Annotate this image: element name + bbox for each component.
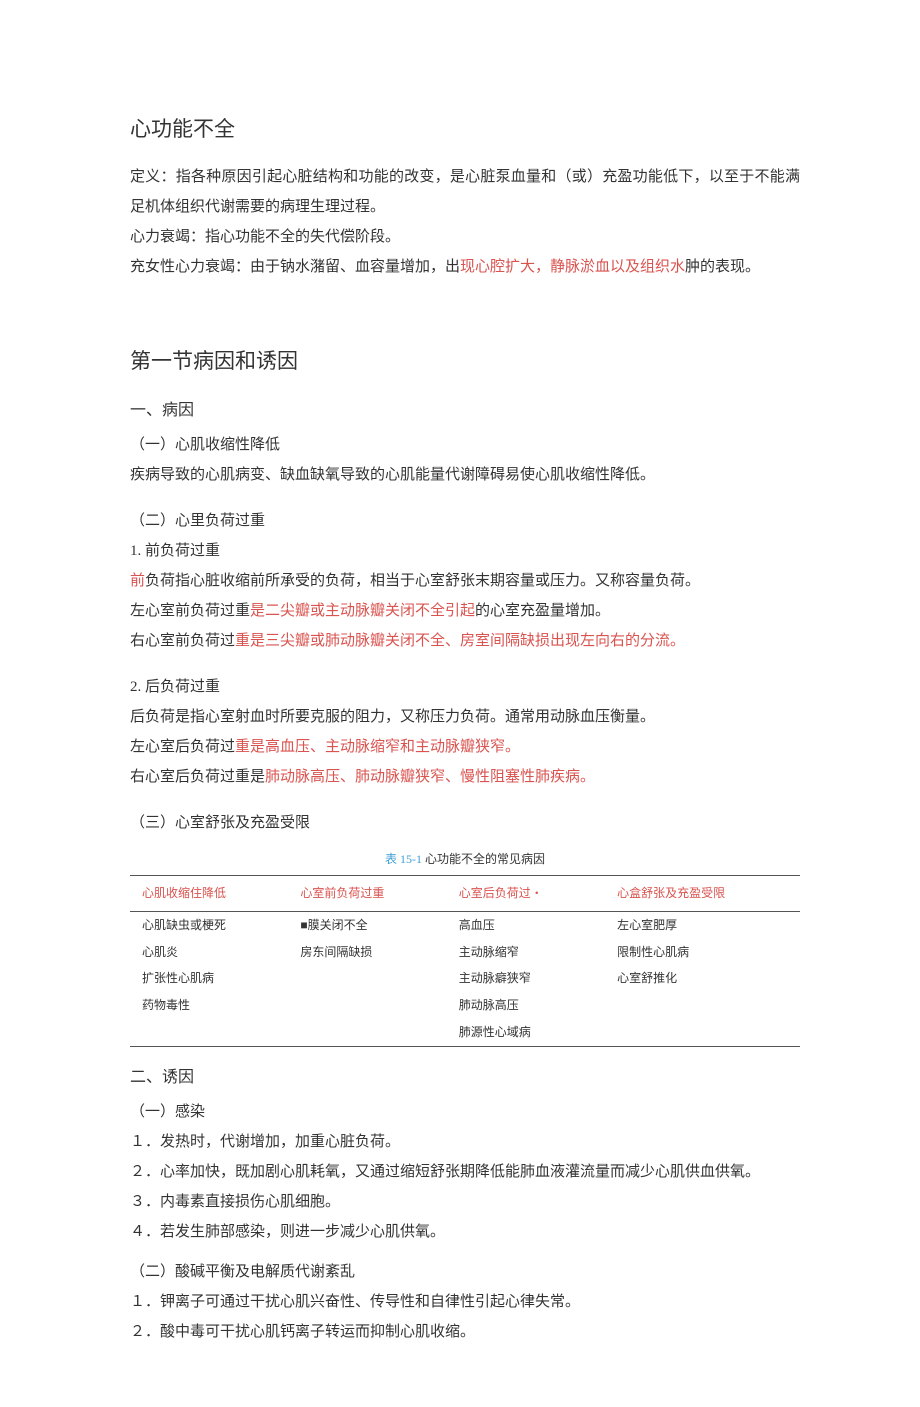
inducer-item2-title: （二）酸碱平衡及电解质代谢紊乱 bbox=[130, 1257, 800, 1287]
td bbox=[288, 1019, 446, 1046]
preload-l1-pre: 前 bbox=[130, 573, 145, 589]
cause-item1-body: 疾病导致的心肌病变、缺血缺氧导致的心肌能量代谢障碍易使心肌收缩性降低。 bbox=[130, 460, 800, 490]
td bbox=[288, 965, 446, 992]
afterload-label: 2. 后负荷过重 bbox=[130, 672, 800, 702]
definition-body: 指各种原因引起心脏结构和功能的改变，是心脏泵血量和（或）充盈功能低下，以至于不能… bbox=[130, 169, 800, 215]
table-caption: 表 15-1 心功能不全的常见病因 bbox=[130, 848, 800, 871]
preload-l2-red: 是二尖瓣或主动脉瓣关闭不全引起 bbox=[250, 603, 475, 619]
congestive-post: 肿的表现。 bbox=[685, 259, 760, 275]
table-row: 心肌缺虫或梗死 ■膜关闭不全 高血压 左心室肥厚 bbox=[130, 911, 800, 938]
preload-label: 1. 前负荷过重 bbox=[130, 536, 800, 566]
document-page: 心功能不全 定义：指各种原因引起心脏结构和功能的改变，是心脏泵血量和（或）充盈功… bbox=[0, 0, 920, 1407]
table-row: 肺源性心域病 bbox=[130, 1019, 800, 1046]
td: ■膜关闭不全 bbox=[288, 911, 446, 938]
table-row: 扩张性心肌病 主动脉癖狭窄 心室舒推化 bbox=[130, 965, 800, 992]
td: 肺源性心域病 bbox=[447, 1019, 605, 1046]
td bbox=[605, 1019, 800, 1046]
inducer-item1-l1: １．发热时，代谢增加，加重心脏负荷。 bbox=[130, 1127, 800, 1157]
preload-line1: 前负荷指心脏收缩前所承受的负荷，相当于心室舒张末期容量或压力。又称容量负荷。 bbox=[130, 566, 800, 596]
cause-item3-title: （三）心室舒张及充盈受限 bbox=[130, 808, 800, 838]
afterload-l2-red: 重是高血压、主动脉缩窄和主动脉瓣狭窄。 bbox=[235, 739, 520, 755]
sub-heading-causes: 一、病因 bbox=[130, 396, 800, 426]
inducer-item2-l2: ２．酸中毒可干扰心肌钙离子转运而抑制心肌收缩。 bbox=[130, 1317, 800, 1347]
afterload-l3-red: 肺动脉高压、肺动脉瓣狭窄、慢性阻塞性肺疾病。 bbox=[265, 769, 595, 785]
preload-l3-pre: 右心室前负荷过 bbox=[130, 633, 235, 649]
definition-paragraph: 定义：指各种原因引起心脏结构和功能的改变，是心脏泵血量和（或）充盈功能低下，以至… bbox=[130, 162, 800, 222]
table-row: 心肌炎 房东间隔缺损 主动脉缩窄 限制性心肌病 bbox=[130, 939, 800, 966]
inducer-item1-l3: ３．内毒素直接损伤心肌细胞。 bbox=[130, 1187, 800, 1217]
th-col2: 心室后负荷过・ bbox=[447, 875, 605, 911]
th-col3: 心盒舒张及充盈受限 bbox=[605, 875, 800, 911]
preload-l1-post: 负荷指心脏收缩前所承受的负荷，相当于心室舒张末期容量或压力。又称容量负荷。 bbox=[145, 573, 700, 589]
afterload-l3-pre: 右心室后负荷过重是 bbox=[130, 769, 265, 785]
td: 左心室肥厚 bbox=[605, 911, 800, 938]
td: 肺动脉高压 bbox=[447, 992, 605, 1019]
cause-item2-title: （二）心里负荷过重 bbox=[130, 506, 800, 536]
preload-line3: 右心室前负荷过重是三尖瓣或肺动脉瓣关闭不全、房室间隔缺损出现左向右的分流。 bbox=[130, 626, 800, 656]
td: 心室舒推化 bbox=[605, 965, 800, 992]
th-col1: 心室前负荷过重 bbox=[288, 875, 446, 911]
heart-failure-line: 心力衰竭：指心功能不全的失代偿阶段。 bbox=[130, 222, 800, 252]
afterload-line3: 右心室后负荷过重是肺动脉高压、肺动脉瓣狭窄、慢性阻塞性肺疾病。 bbox=[130, 762, 800, 792]
td: 高血压 bbox=[447, 911, 605, 938]
th-col0: 心肌收缩住降低 bbox=[130, 875, 288, 911]
preload-l2-pre: 左心室前负荷过重 bbox=[130, 603, 250, 619]
afterload-line1: 后负荷是指心室射血时所要克服的阻力，又称压力负荷。通常用动脉血压衡量。 bbox=[130, 702, 800, 732]
afterload-line2: 左心室后负荷过重是高血压、主动脉缩窄和主动脉瓣狭窄。 bbox=[130, 732, 800, 762]
td: 主动脉缩窄 bbox=[447, 939, 605, 966]
td: 扩张性心肌病 bbox=[130, 965, 288, 992]
cause-item1-title: （一）心肌收缩性降低 bbox=[130, 430, 800, 460]
table-wrap: 表 15-1 心功能不全的常见病因 心肌收缩住降低 心室前负荷过重 心室后负荷过… bbox=[130, 848, 800, 1047]
inducer-item2-l1: １．钾离子可通过干扰心肌兴奋性、传导性和自律性引起心律失常。 bbox=[130, 1287, 800, 1317]
definition-label: 定义： bbox=[130, 169, 176, 185]
preload-l2-post: 的心室充盈量增加。 bbox=[475, 603, 610, 619]
congestive-pre: 充女性心力衰竭：由于钠水潴留、血容量增加，出 bbox=[130, 259, 460, 275]
congestive-red: 现心腔扩大，静脉淤血以及组织水 bbox=[460, 259, 685, 275]
td: 房东间隔缺损 bbox=[288, 939, 446, 966]
td: 心肌炎 bbox=[130, 939, 288, 966]
afterload-l2-pre: 左心室后负荷过 bbox=[130, 739, 235, 755]
td: 心肌缺虫或梗死 bbox=[130, 911, 288, 938]
preload-l3-red: 重是三尖瓣或肺动脉瓣关闭不全、房室间隔缺损出现左向右的分流。 bbox=[235, 633, 685, 649]
table-caption-text: 心功能不全的常见病因 bbox=[425, 852, 545, 866]
title: 心功能不全 bbox=[130, 110, 800, 150]
section1-heading: 第一节病因和诱因 bbox=[130, 342, 800, 382]
td bbox=[130, 1019, 288, 1046]
table-caption-number: 表 15-1 bbox=[385, 852, 425, 866]
congestive-line: 充女性心力衰竭：由于钠水潴留、血容量增加，出现心腔扩大，静脉淤血以及组织水肿的表… bbox=[130, 252, 800, 282]
table-header-row: 心肌收缩住降低 心室前负荷过重 心室后负荷过・ 心盒舒张及充盈受限 bbox=[130, 875, 800, 911]
sub-heading-inducers: 二、诱因 bbox=[130, 1063, 800, 1093]
td: 限制性心肌病 bbox=[605, 939, 800, 966]
preload-line2: 左心室前负荷过重是二尖瓣或主动脉瓣关闭不全引起的心室充盈量增加。 bbox=[130, 596, 800, 626]
td bbox=[288, 992, 446, 1019]
table-row: 药物毒性 肺动脉高压 bbox=[130, 992, 800, 1019]
td: 主动脉癖狭窄 bbox=[447, 965, 605, 992]
inducer-item1-title: （一）感染 bbox=[130, 1097, 800, 1127]
inducer-item1-l4: ４．若发生肺部感染，则进一步减少心肌供氧。 bbox=[130, 1217, 800, 1247]
causes-table: 心肌收缩住降低 心室前负荷过重 心室后负荷过・ 心盒舒张及充盈受限 心肌缺虫或梗… bbox=[130, 875, 800, 1047]
td bbox=[605, 992, 800, 1019]
inducer-item1-l2: ２．心率加快，既加剧心肌耗氧，又通过缩短舒张期降低能肺血液灌流量而减少心肌供血供… bbox=[130, 1157, 800, 1187]
td: 药物毒性 bbox=[130, 992, 288, 1019]
